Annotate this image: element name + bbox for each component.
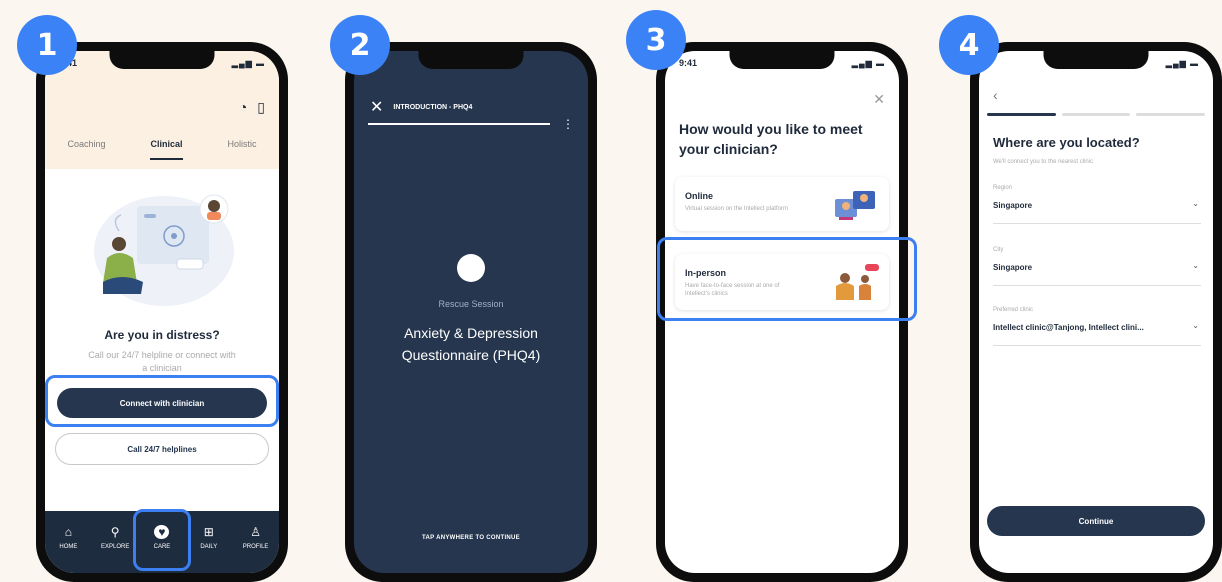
clinic-select[interactable]: Preferred clinic Intellect clinic@Tanjon… — [993, 307, 1201, 346]
step-badge-4: 4 — [939, 15, 999, 75]
option-online[interactable]: Online Virtual session on the Intellect … — [675, 177, 889, 231]
care-tabs: Coaching Clinical Holistic — [45, 139, 279, 160]
session-label: Rescue Session — [438, 299, 504, 309]
distress-heading: Are you in distress? — [104, 328, 220, 342]
region-select[interactable]: Region Singapore ⌄ — [993, 185, 1201, 224]
questionnaire-title: Anxiety & Depression Questionnaire (PHQ4… — [401, 325, 541, 363]
progress-step-2 — [1061, 113, 1131, 116]
progress-bar — [368, 123, 550, 125]
more-options-icon[interactable]: ⋮ — [562, 117, 574, 131]
nav-home[interactable]: ⌂ HOME — [52, 525, 84, 550]
step-progress — [987, 113, 1206, 116]
phone-notch — [729, 51, 835, 69]
nav-profile[interactable]: ♙ PROFILE — [240, 525, 272, 550]
region-label: Region — [993, 185, 1013, 191]
nav-explore[interactable]: ⚲ EXPLORE — [99, 525, 131, 550]
tab-clinical[interactable]: Clinical — [150, 139, 183, 160]
step-badge-2: 2 — [330, 15, 390, 75]
back-icon[interactable]: ‹ — [993, 87, 998, 103]
profile-icon: ♙ — [250, 525, 261, 539]
option-online-title: Online — [685, 191, 714, 201]
phone-notch — [418, 51, 524, 69]
city-value: Singapore — [993, 263, 1033, 272]
distress-illustration — [94, 194, 234, 306]
chevron-down-icon: ⌄ — [1192, 321, 1199, 330]
step-badge-3: 3 — [626, 10, 686, 70]
location-screen: ▂▄▆ ▬ ‹ Where are you located? We'll con… — [979, 51, 1213, 573]
tab-coaching[interactable]: Coaching — [67, 139, 105, 160]
meeting-mode-title: How would you like to meet your clinicia… — [679, 121, 863, 157]
city-select[interactable]: City Singapore ⌄ — [993, 247, 1201, 286]
chevron-down-icon: ⌄ — [1192, 261, 1199, 270]
close-icon[interactable]: ✕ — [370, 97, 383, 117]
call-helplines-button[interactable]: Call 24/7 helplines — [55, 433, 269, 465]
step-badge-1: 1 — [17, 15, 77, 75]
highlight-connect-button — [45, 375, 279, 427]
signal-battery-icon: ▂▄▆ ▬ — [851, 58, 885, 68]
tab-holistic[interactable]: Holistic — [227, 139, 256, 160]
continue-button[interactable]: Continue — [987, 506, 1205, 536]
history-icon[interactable]: ◔ — [239, 99, 247, 116]
option-online-desc: Virtual session on the Intellect platfor… — [685, 206, 788, 212]
header-icons: ◔ ▯ — [239, 99, 265, 116]
status-time: 9:41 — [679, 58, 698, 68]
home-icon: ⌂ — [64, 525, 73, 539]
phone-care-screen: 9:41 ▂▄▆ ▬ ◔ ▯ Coaching Clinical Holisti… — [36, 42, 288, 582]
nav-daily[interactable]: ⊞ DAILY — [193, 525, 225, 550]
chevron-down-icon: ⌄ — [1192, 199, 1199, 208]
clinic-value: Intellect clinic@Tanjong, Intellect clin… — [993, 323, 1144, 332]
progress-step-3 — [1136, 113, 1206, 116]
nav-explore-label: EXPLORE — [101, 544, 130, 550]
phone-location-screen: ▂▄▆ ▬ ‹ Where are you located? We'll con… — [970, 42, 1222, 582]
care-screen: 9:41 ▂▄▆ ▬ ◔ ▯ Coaching Clinical Holisti… — [45, 51, 279, 573]
phq4-intro-screen[interactable]: ✕ INTRODUCTION - PHQ4 ⋮ Rescue Session A… — [354, 51, 588, 573]
phone-notch — [1043, 51, 1149, 69]
online-illustration — [835, 191, 875, 220]
close-icon[interactable]: ✕ — [873, 91, 885, 108]
location-title: Where are you located? — [993, 135, 1140, 150]
highlight-care-tab — [133, 509, 191, 571]
phq4-header-title: INTRODUCTION - PHQ4 — [393, 103, 473, 111]
signal-battery-icon: ▂▄▆ ▬ — [1165, 58, 1199, 68]
phone-notch — [109, 51, 215, 69]
phq4-header: ✕ INTRODUCTION - PHQ4 — [370, 97, 572, 117]
city-label: City — [993, 247, 1004, 253]
daily-icon: ⊞ — [203, 525, 214, 539]
session-indicator — [457, 254, 485, 282]
tap-to-continue: TAP ANYWHERE TO CONTINUE — [422, 535, 520, 541]
clinic-label: Preferred clinic — [993, 307, 1034, 313]
progress-step-1 — [987, 113, 1056, 116]
distress-subtext: Call our 24/7 helpline or connect with a… — [88, 350, 236, 373]
nav-daily-label: DAILY — [200, 544, 218, 550]
location-subtitle: We'll connect you to the nearest clinic — [993, 159, 1094, 165]
nav-home-label: HOME — [59, 544, 78, 550]
signal-battery-icon: ▂▄▆ ▬ — [231, 58, 265, 68]
highlight-in-person-option — [657, 237, 917, 321]
search-icon: ⚲ — [110, 525, 120, 539]
bookmark-icon[interactable]: ▯ — [257, 99, 265, 116]
nav-profile-label: PROFILE — [242, 544, 269, 550]
region-value: Singapore — [993, 201, 1033, 210]
phone-phq4-screen: ✕ INTRODUCTION - PHQ4 ⋮ Rescue Session A… — [345, 42, 597, 582]
